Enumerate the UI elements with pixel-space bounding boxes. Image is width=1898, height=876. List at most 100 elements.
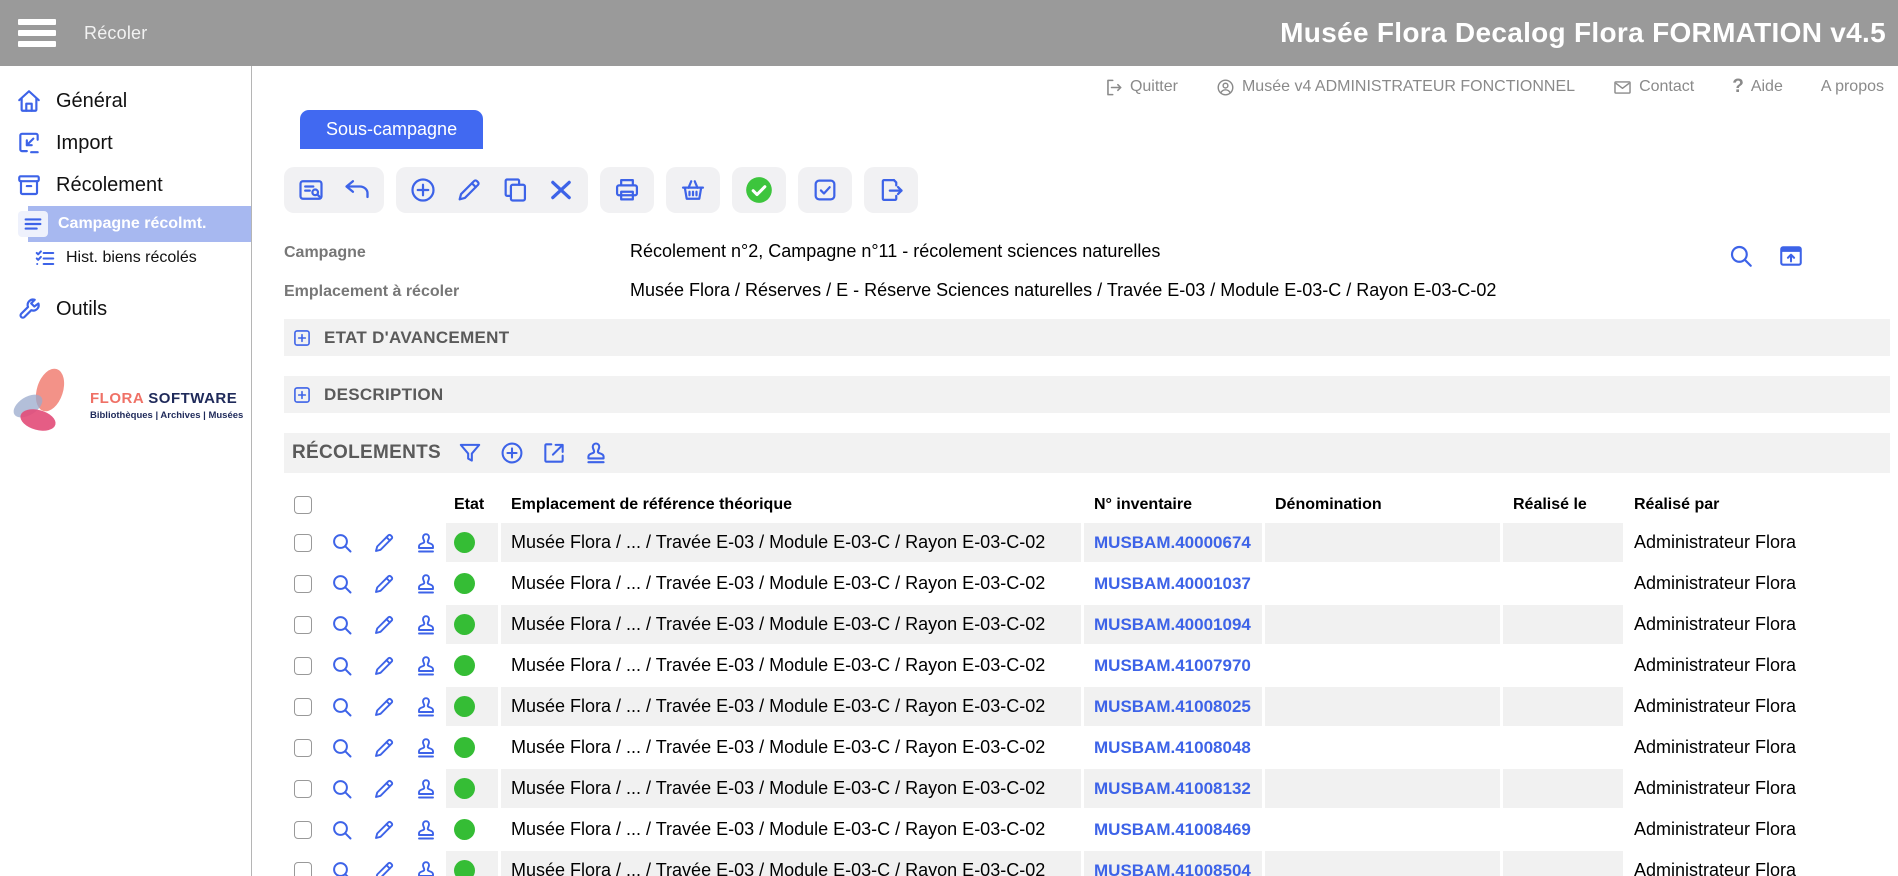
inventory-number-link[interactable]: MUSBAM.41008504 <box>1094 861 1251 876</box>
checkbox-validate-button[interactable] <box>811 176 839 204</box>
edit-icon[interactable] <box>372 531 396 555</box>
cell-denomination <box>1265 646 1500 685</box>
table-row: Musée Flora / ... / Travée E-03 / Module… <box>284 769 1898 808</box>
view-icon[interactable] <box>330 736 354 760</box>
filter-button[interactable] <box>457 440 483 466</box>
status-dot <box>454 696 475 717</box>
inventory-number-link[interactable]: MUSBAM.40001094 <box>1094 615 1251 635</box>
sidebar-item-import[interactable]: Import <box>0 122 251 164</box>
row-checkbox[interactable] <box>294 616 312 634</box>
tab-sous-campagne[interactable]: Sous-campagne <box>300 110 483 149</box>
open-external-button[interactable] <box>541 440 567 466</box>
stamp-button[interactable] <box>583 440 609 466</box>
stamp-icon[interactable] <box>414 695 438 719</box>
view-icon[interactable] <box>330 654 354 678</box>
validate-button[interactable] <box>745 176 773 204</box>
table-body: Musée Flora / ... / Travée E-03 / Module… <box>284 523 1898 876</box>
stamp-icon[interactable] <box>414 572 438 596</box>
view-icon[interactable] <box>330 531 354 555</box>
cell-denomination <box>1265 769 1500 808</box>
inventory-number-link[interactable]: MUSBAM.40000674 <box>1094 533 1251 553</box>
stamp-icon[interactable] <box>414 736 438 760</box>
sidebar-item-campagne-recolement[interactable]: Campagne récolmt. <box>28 206 251 242</box>
edit-icon[interactable] <box>372 654 396 678</box>
stamp-icon[interactable] <box>414 531 438 555</box>
edit-icon[interactable] <box>372 818 396 842</box>
edit-icon[interactable] <box>372 736 396 760</box>
search-campagne-button[interactable] <box>1728 243 1756 271</box>
recolements-header-bar: RÉCOLEMENTS <box>284 433 1890 473</box>
view-icon[interactable] <box>330 695 354 719</box>
row-checkbox[interactable] <box>294 821 312 839</box>
view-icon[interactable] <box>330 613 354 637</box>
row-checkbox[interactable] <box>294 739 312 757</box>
sidebar-item-general[interactable]: Général <box>0 80 251 122</box>
sidebar-item-hist-biens-recoles[interactable]: Hist. biens récolés <box>0 242 251 274</box>
expand-plus-icon <box>292 328 312 348</box>
edit-icon[interactable] <box>372 777 396 801</box>
section-etat-avancement[interactable]: ETAT D'AVANCEMENT <box>284 319 1890 356</box>
quitter-link[interactable]: Quitter <box>1104 78 1178 97</box>
apropos-link[interactable]: A propos <box>1821 78 1884 96</box>
copy-button[interactable] <box>501 176 529 204</box>
inventory-number-link[interactable]: MUSBAM.41007970 <box>1094 656 1251 676</box>
cell-denomination <box>1265 728 1500 767</box>
user-account-link[interactable]: Musée v4 ADMINISTRATEUR FONCTIONNEL <box>1216 78 1575 97</box>
view-icon[interactable] <box>330 859 354 876</box>
select-all-checkbox[interactable] <box>294 496 312 514</box>
open-window-button[interactable] <box>1778 243 1806 271</box>
section-title: ETAT D'AVANCEMENT <box>324 328 509 348</box>
inventory-number-link[interactable]: MUSBAM.41008132 <box>1094 779 1251 799</box>
view-icon[interactable] <box>330 818 354 842</box>
row-checkbox[interactable] <box>294 534 312 552</box>
row-checkbox[interactable] <box>294 657 312 675</box>
stamp-icon[interactable] <box>414 654 438 678</box>
home-icon <box>16 88 42 114</box>
edit-icon[interactable] <box>372 695 396 719</box>
row-checkbox[interactable] <box>294 780 312 798</box>
view-icon[interactable] <box>330 572 354 596</box>
flora-logo-petals-icon <box>4 364 84 446</box>
add-recolement-button[interactable] <box>499 440 525 466</box>
row-checkbox[interactable] <box>294 575 312 593</box>
edit-icon[interactable] <box>372 613 396 637</box>
col-inventaire: N° inventaire <box>1084 487 1262 523</box>
inventory-number-link[interactable]: MUSBAM.40001037 <box>1094 574 1251 594</box>
status-dot <box>454 819 475 840</box>
sidebar-item-outils[interactable]: Outils <box>0 288 251 330</box>
hamburger-menu-icon[interactable] <box>18 19 56 47</box>
inventory-number-link[interactable]: MUSBAM.41008469 <box>1094 820 1251 840</box>
cell-emplacement: Musée Flora / ... / Travée E-03 / Module… <box>501 810 1081 849</box>
add-button[interactable] <box>409 176 437 204</box>
question-mark-icon: ? <box>1732 76 1744 98</box>
edit-button[interactable] <box>455 176 483 204</box>
edit-icon[interactable] <box>372 572 396 596</box>
row-checkbox[interactable] <box>294 862 312 876</box>
aide-link[interactable]: ? Aide <box>1732 76 1783 98</box>
section-description[interactable]: DESCRIPTION <box>284 376 1890 413</box>
contact-link[interactable]: Contact <box>1613 78 1694 97</box>
cell-realise-par: Administrateur Flora <box>1626 728 1856 767</box>
sidebar-item-label: Import <box>56 132 113 155</box>
toolbar-group-print <box>600 167 654 213</box>
toolbar <box>284 167 1898 213</box>
sidebar-item-recolement[interactable]: Récolement <box>0 164 251 206</box>
inventory-number-link[interactable]: MUSBAM.41008048 <box>1094 738 1251 758</box>
list-details-button[interactable] <box>297 176 325 204</box>
stamp-icon[interactable] <box>414 613 438 637</box>
inventory-number-link[interactable]: MUSBAM.41008025 <box>1094 697 1251 717</box>
stamp-icon[interactable] <box>414 777 438 801</box>
stamp-icon[interactable] <box>414 859 438 876</box>
row-checkbox[interactable] <box>294 698 312 716</box>
utility-bar: Quitter Musée v4 ADMINISTRATEUR FONCTION… <box>284 66 1898 108</box>
undo-button[interactable] <box>343 176 371 204</box>
print-button[interactable] <box>613 176 641 204</box>
delete-button[interactable] <box>547 176 575 204</box>
module-title: Récoler <box>84 23 147 44</box>
toolbar-group-basket <box>666 167 720 213</box>
stamp-icon[interactable] <box>414 818 438 842</box>
edit-icon[interactable] <box>372 859 396 876</box>
export-button[interactable] <box>877 176 905 204</box>
view-icon[interactable] <box>330 777 354 801</box>
basket-button[interactable] <box>679 176 707 204</box>
